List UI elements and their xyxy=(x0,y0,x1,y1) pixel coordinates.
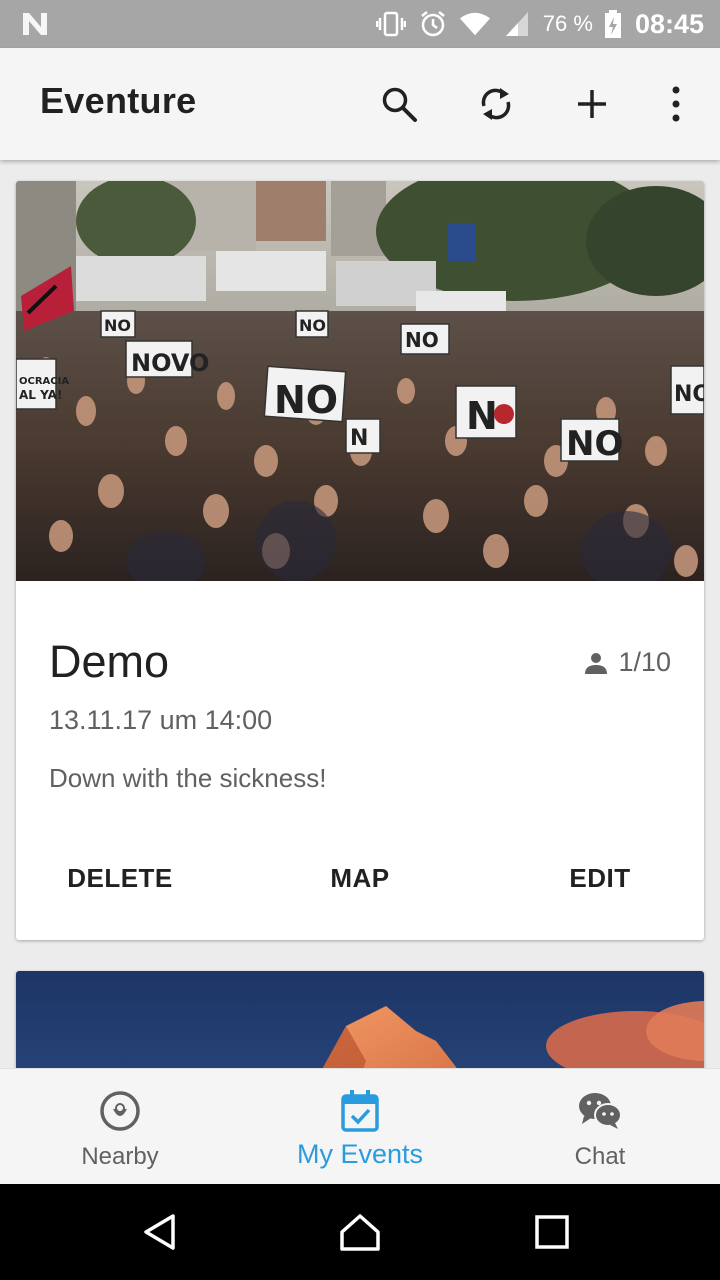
sync-icon xyxy=(481,88,511,120)
alarm-icon xyxy=(417,8,449,40)
event-date: 13.11.17 um 14:00 xyxy=(49,705,273,735)
person-icon xyxy=(585,652,608,674)
home-icon xyxy=(340,1214,380,1251)
sync-button[interactable] xyxy=(468,76,524,132)
svg-text:NO: NO xyxy=(566,424,623,464)
svg-text:N: N xyxy=(466,394,498,438)
overflow-menu-button[interactable] xyxy=(648,76,704,132)
battery-charging-icon xyxy=(603,8,623,40)
chat-bubbles-icon xyxy=(578,1089,622,1133)
app-title: Eventure xyxy=(40,80,197,121)
event-image: NO NOVO N NO NO NO OCRACIA AL YA! N NO N… xyxy=(16,181,704,581)
nav-label: My Events xyxy=(296,1139,424,1169)
nav-chat[interactable]: Chat xyxy=(480,1069,720,1185)
wifi-icon xyxy=(459,8,491,40)
search-icon xyxy=(382,87,417,122)
edit-button[interactable]: EDIT xyxy=(520,853,680,903)
add-event-button[interactable] xyxy=(564,76,620,132)
n-notification-icon xyxy=(23,13,47,35)
recents-button[interactable] xyxy=(524,1204,580,1260)
event-description: Down with the sickness! xyxy=(49,763,327,793)
bottom-navigation: Nearby My Events Chat xyxy=(0,1068,720,1184)
delete-button[interactable]: DELETE xyxy=(40,853,200,903)
signal-icon xyxy=(501,8,533,40)
svg-text:N: N xyxy=(350,426,368,451)
status-bar: 76 % 08:45 xyxy=(0,0,720,48)
svg-text:AL YA!: AL YA! xyxy=(19,388,62,402)
recents-icon xyxy=(535,1215,569,1249)
event-list[interactable]: NO NOVO N NO NO NO OCRACIA AL YA! N NO N… xyxy=(0,160,720,1068)
participant-count-text: 1/10 xyxy=(618,647,671,677)
back-icon xyxy=(144,1214,175,1250)
app-bar: Eventure xyxy=(0,48,720,160)
svg-text:NO: NO xyxy=(299,316,326,335)
status-time: 08:45 xyxy=(634,8,704,39)
calendar-check-icon xyxy=(338,1089,382,1133)
event-card[interactable] xyxy=(16,971,704,1068)
svg-text:NO: NO xyxy=(274,378,338,422)
svg-text:OCRACIA: OCRACIA xyxy=(19,376,69,387)
event-title: Demo xyxy=(49,636,170,687)
battery-percent: 76 % xyxy=(542,11,593,36)
participant-count: 1/10 xyxy=(584,647,671,678)
home-button[interactable] xyxy=(332,1204,388,1260)
svg-text:NO: NO xyxy=(104,316,131,335)
nav-my-events[interactable]: My Events xyxy=(240,1069,480,1185)
location-pin-icon xyxy=(98,1089,142,1133)
svg-text:NO: NO xyxy=(674,382,704,407)
map-button[interactable]: MAP xyxy=(280,853,440,903)
more-vert-icon xyxy=(672,86,680,122)
event-card[interactable]: NO NOVO N NO NO NO OCRACIA AL YA! N NO N… xyxy=(16,181,704,940)
svg-text:NOVO: NOVO xyxy=(131,349,209,377)
nav-nearby[interactable]: Nearby xyxy=(0,1069,240,1185)
vibrate-icon xyxy=(375,8,407,40)
nav-label: Nearby xyxy=(81,1143,159,1170)
system-navigation-bar xyxy=(0,1184,720,1280)
event-image xyxy=(16,971,704,1068)
nav-label: Chat xyxy=(574,1143,626,1170)
add-icon xyxy=(578,90,606,118)
back-button[interactable] xyxy=(132,1204,188,1260)
search-button[interactable] xyxy=(371,76,427,132)
svg-text:NO: NO xyxy=(405,328,439,352)
